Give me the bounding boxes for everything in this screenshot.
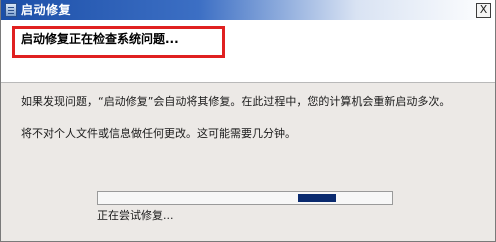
progress-indicator — [298, 194, 336, 202]
info-paragraph-no-changes: 将不对个人文件或信息做任何更改。这可能需要几分钟。 — [21, 127, 296, 140]
title-bar[interactable]: 启动修复 X — [1, 0, 495, 20]
window-title: 启动修复 — [21, 3, 72, 17]
progress-bar — [97, 191, 393, 205]
startup-repair-window: 启动修复 X 启动修复正在检查系统问题... 如果发现问题，“启动修复”会自动将… — [0, 0, 496, 242]
header-title: 启动修复正在检查系统问题... — [21, 32, 179, 46]
window-icon — [5, 3, 17, 17]
close-button[interactable]: X — [476, 3, 491, 18]
status-text: 正在尝试修复... — [97, 209, 174, 222]
header-panel: 启动修复正在检查系统问题... — [1, 20, 495, 83]
info-paragraph-repair: 如果发现问题，“启动修复”会自动将其修复。在此过程中，您的计算机会重新启动多次。 — [21, 95, 451, 108]
